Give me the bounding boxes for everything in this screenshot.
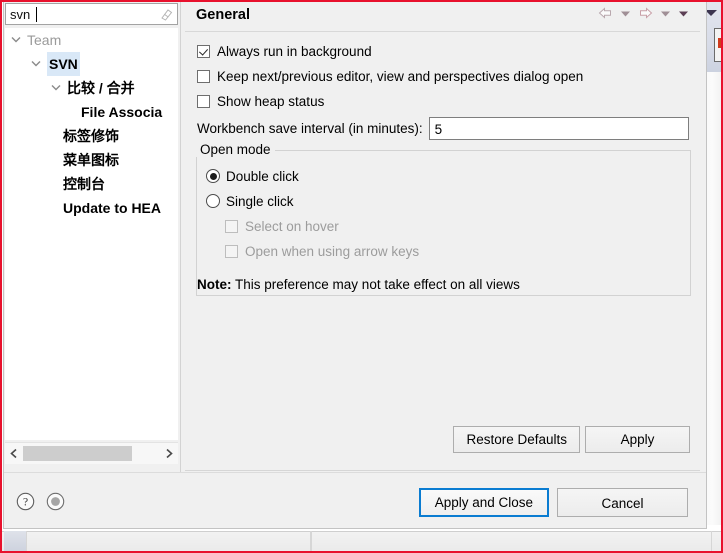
radio-double-click[interactable]: Double click: [206, 165, 299, 187]
tree-item-0[interactable]: Team: [5, 28, 178, 52]
scrollbar-thumb[interactable]: [23, 446, 132, 461]
tree-item-label: Update to HEA: [63, 200, 161, 216]
chevron-down-icon[interactable]: [11, 36, 21, 43]
back-arrow-icon[interactable]: [597, 6, 614, 22]
preference-tree[interactable]: Team SVN 比较 / 合并 File Associa 标签修饰菜单图标控制台 Upd…: [5, 28, 178, 440]
checkbox-select-on-hover: Select on hover: [225, 215, 339, 237]
background-status-segment: [310, 531, 712, 553]
open-mode-note-text: This preference may not take effect on a…: [231, 277, 520, 292]
workbench-save-interval-row: Workbench save interval (in minutes): 5: [197, 116, 689, 141]
page-button-bar: Restore Defaults Apply: [453, 426, 690, 453]
background-status-segment: [26, 531, 312, 553]
tree-item-label: 菜单图标: [63, 152, 119, 168]
background-status-left-cell: [4, 531, 26, 553]
screen: svn Team SVN 比较 / 合并 File Associa 标签修饰菜单图标控制…: [0, 0, 723, 553]
panel-splitter[interactable]: [180, 2, 184, 472]
tree-item-5[interactable]: 菜单图标: [5, 148, 178, 172]
chevron-down-icon[interactable]: [51, 84, 61, 91]
chevron-down-icon[interactable]: [619, 6, 632, 22]
radio-single-click[interactable]: Single click: [206, 190, 294, 212]
text-cursor: [36, 7, 37, 22]
checkbox-open-when-using-arrow-keys: Open when using arrow keys: [225, 240, 419, 262]
preference-page: General Always run in background Keep ne…: [185, 2, 700, 471]
preferences-dialog: svn Team SVN 比较 / 合并 File Associa 标签修饰菜单图标控制…: [3, 1, 707, 529]
workbench-save-interval-input[interactable]: 5: [428, 117, 689, 140]
page-body: Always run in background Keep next/previ…: [185, 32, 700, 417]
page-navigation-toolbar: [597, 6, 690, 22]
checkbox-label: Keep next/previous editor, view and pers…: [217, 68, 584, 84]
cancel-button[interactable]: Cancel: [557, 488, 688, 517]
tree-item-label: File Associa: [81, 104, 163, 120]
filter-input-value: svn: [10, 7, 31, 22]
tree-rows-container: Team SVN 比较 / 合并 File Associa 标签修饰菜单图标控制台 Upd…: [5, 28, 178, 220]
radio-label: Single click: [226, 193, 294, 209]
tree-item-3[interactable]: File Associa: [5, 100, 178, 124]
chevron-down-icon[interactable]: [31, 60, 41, 67]
forward-arrow-icon[interactable]: [637, 6, 654, 22]
checkbox-label: Show heap status: [217, 93, 325, 109]
checkbox-indicator[interactable]: [197, 94, 210, 108]
filter-input[interactable]: svn: [5, 3, 178, 25]
erase-icon[interactable]: [160, 8, 173, 21]
open-mode-group-title: Open mode: [196, 142, 275, 157]
chevron-left-icon[interactable]: [8, 447, 20, 460]
radio-label: Double click: [226, 168, 299, 184]
checkbox-indicator: [225, 219, 238, 233]
apply-button[interactable]: Apply: [585, 426, 690, 453]
chevron-down-icon[interactable]: [677, 6, 690, 22]
restore-defaults-button[interactable]: Restore Defaults: [453, 426, 580, 453]
tree-item-label: Team: [27, 32, 62, 48]
open-mode-note: Note: This preference may not take effec…: [197, 277, 520, 292]
checkbox-label: Select on hover: [245, 218, 339, 234]
dialog-button-bar: Apply and Close Cancel: [418, 488, 688, 517]
checkbox-indicator: [225, 244, 238, 258]
open-mode-note-prefix: Note:: [197, 277, 232, 292]
tree-item-7[interactable]: Update to HEA: [5, 196, 178, 220]
chevron-down-icon[interactable]: [659, 6, 672, 22]
tree-item-label: SVN: [47, 52, 80, 76]
restore-window-icon[interactable]: [46, 492, 65, 511]
checkbox-always-run-in-background[interactable]: Always run in background: [197, 40, 372, 62]
checkbox-indicator[interactable]: [197, 69, 210, 83]
tree-item-2[interactable]: 比较 / 合并: [5, 76, 178, 100]
tree-item-1[interactable]: SVN: [5, 52, 178, 76]
page-title-bar: General: [185, 2, 700, 32]
tree-item-4[interactable]: 标签修饰: [5, 124, 178, 148]
checkbox-indicator[interactable]: [197, 44, 210, 58]
tree-horizontal-scrollbar[interactable]: [5, 442, 178, 464]
checkbox-label: Always run in background: [217, 43, 372, 59]
svg-text:?: ?: [23, 497, 28, 509]
checkbox-label: Open when using arrow keys: [245, 243, 420, 259]
radio-indicator[interactable]: [206, 169, 220, 183]
chevron-right-icon[interactable]: [162, 447, 174, 460]
radio-indicator[interactable]: [206, 194, 220, 208]
checkbox-show-heap-status[interactable]: Show heap status: [197, 90, 324, 112]
background-toolbar-box-glyph: [718, 38, 723, 48]
checkbox-keep-next-previous-editor[interactable]: Keep next/previous editor, view and pers…: [197, 65, 583, 87]
tree-item-label: 比较 / 合并: [67, 80, 135, 96]
tree-item-label: 标签修饰: [63, 128, 119, 144]
tree-item-label: 控制台: [63, 176, 105, 192]
help-icon[interactable]: ?: [16, 492, 35, 511]
workbench-save-interval-label: Workbench save interval (in minutes):: [197, 121, 423, 136]
page-title: General: [196, 7, 250, 23]
tree-item-6[interactable]: 控制台: [5, 172, 178, 196]
apply-and-close-button[interactable]: Apply and Close: [418, 488, 549, 517]
left-column: svn Team SVN 比较 / 合并 File Associa 标签修饰菜单图标控制…: [4, 2, 180, 472]
